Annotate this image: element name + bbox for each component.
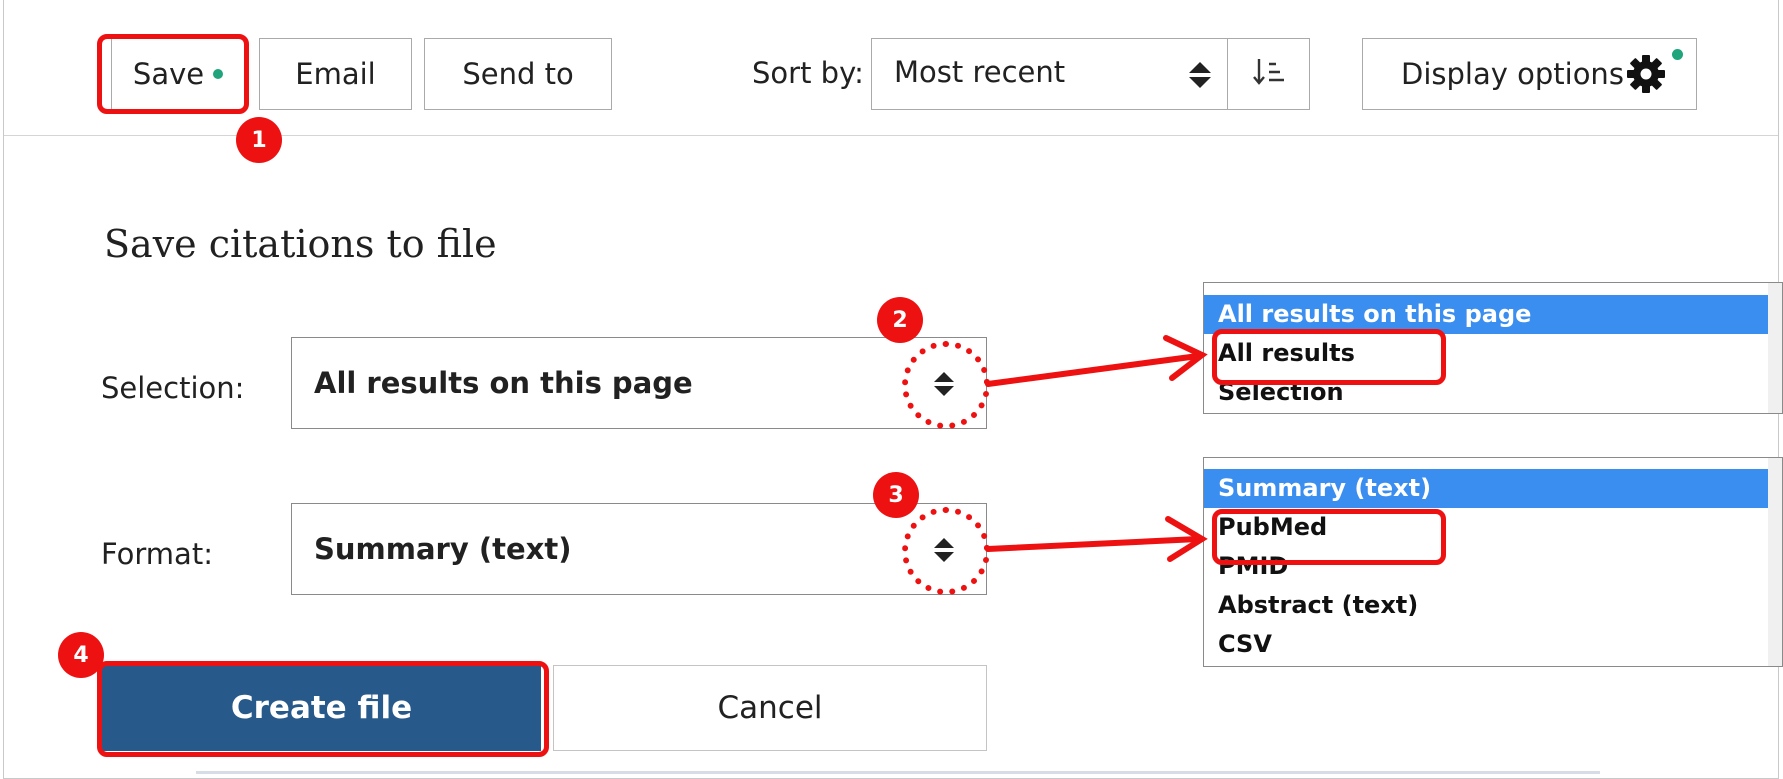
annotation-arrows xyxy=(985,335,1208,562)
arrow-to-pubmed xyxy=(985,516,1208,562)
arrow-to-all-results xyxy=(985,335,1208,387)
